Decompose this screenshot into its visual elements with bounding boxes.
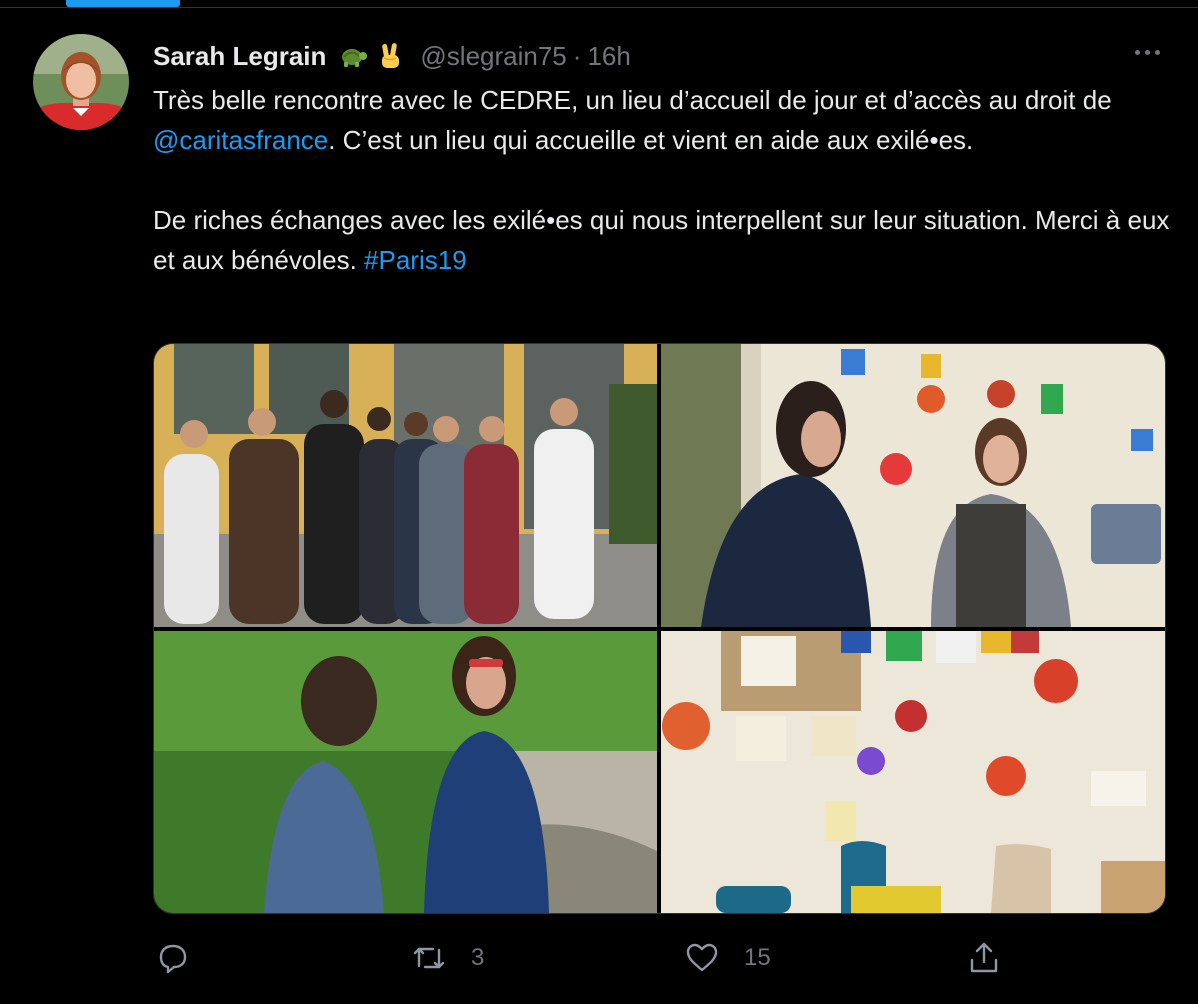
retweet-icon (411, 940, 447, 976)
hashtag-link[interactable]: #Paris19 (364, 245, 467, 275)
tweet-actions: 3 15 (0, 938, 1198, 978)
heart-icon (684, 940, 720, 976)
divider (0, 7, 1198, 8)
author-name[interactable]: Sarah Legrain (153, 41, 326, 72)
reply-icon (155, 940, 191, 976)
tweet-text-segment: Très belle rencontre avec le CEDRE, un l… (153, 85, 1112, 115)
retweet-button[interactable]: 3 (411, 938, 484, 978)
mention-link[interactable]: @caritasfrance (153, 125, 328, 155)
tweet-text: Très belle rencontre avec le CEDRE, un l… (153, 80, 1173, 280)
author-handle[interactable]: @slegrain75 (420, 41, 566, 72)
tweet-paragraph: Très belle rencontre avec le CEDRE, un l… (153, 80, 1173, 160)
share-icon (966, 940, 1002, 976)
photo-two-women-talking-indoors[interactable] (661, 344, 1165, 627)
separator: · (572, 40, 582, 71)
reply-button[interactable] (155, 938, 213, 978)
photo-decorated-room-with-chairs[interactable] (661, 631, 1165, 913)
share-button[interactable] (966, 938, 1024, 978)
like-count: 15 (744, 944, 771, 971)
photo-two-women-in-garden[interactable] (154, 631, 657, 913)
tweet-paragraph: De riches échanges avec les exilé•es qui… (153, 200, 1173, 280)
tweet-text-segment: . C’est un lieu qui accueille et vient e… (328, 125, 974, 155)
victory-hand-emoji-icon (374, 42, 406, 70)
tweet-header: Sarah Legrain @slegrain75 · 16h (153, 38, 631, 74)
tweet-text-segment: De riches échanges avec les exilé•es qui… (153, 205, 1170, 275)
tweet-timestamp[interactable]: 16h (587, 41, 630, 72)
avatar[interactable] (33, 34, 129, 130)
group-photo-outside-building[interactable] (154, 344, 657, 627)
like-button[interactable]: 15 (684, 938, 771, 978)
turtle-emoji-icon (336, 42, 368, 70)
retweet-count: 3 (471, 944, 485, 971)
media-grid (153, 343, 1166, 914)
more-options-icon[interactable] (1130, 42, 1164, 62)
active-tab-indicator (66, 0, 180, 7)
